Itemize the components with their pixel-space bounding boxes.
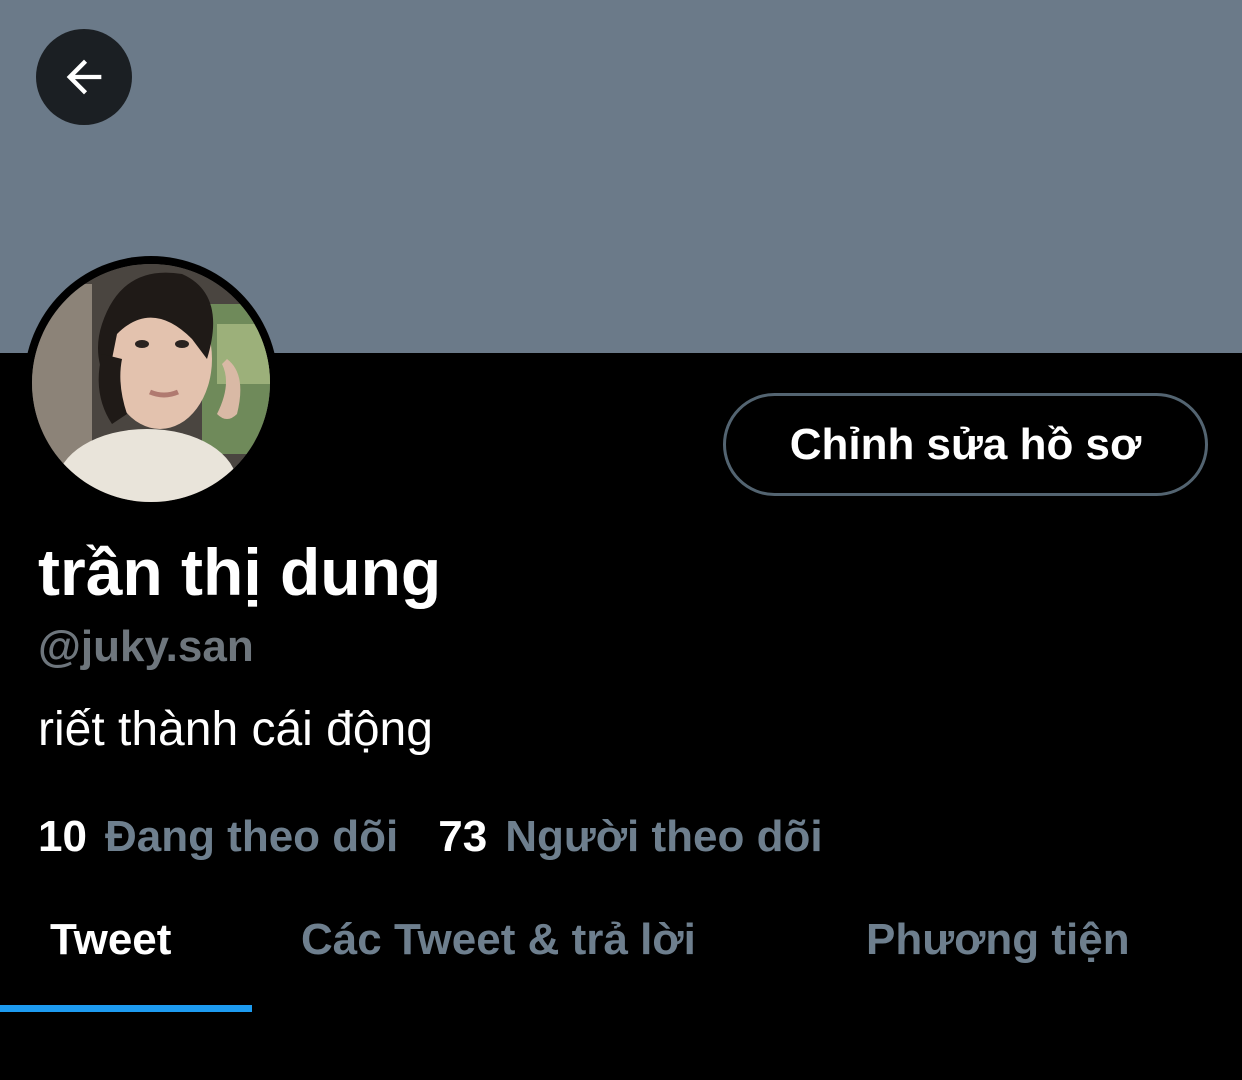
- arrow-left-icon: [66, 59, 102, 95]
- avatar-photo: [32, 264, 270, 502]
- username-handle: @juky.san: [38, 622, 254, 671]
- profile-bio: riết thành cái động: [38, 703, 433, 756]
- display-name: trần thị dung: [38, 535, 442, 609]
- following-link[interactable]: 10 Đang theo dõi: [38, 812, 398, 862]
- avatar[interactable]: [24, 256, 278, 510]
- active-tab-indicator: [0, 1005, 252, 1012]
- follow-stats: 10 Đang theo dõi 73 Người theo dõi: [38, 812, 823, 862]
- followers-link[interactable]: 73 Người theo dõi: [438, 812, 822, 862]
- following-label: Đang theo dõi: [104, 812, 399, 861]
- tab-media[interactable]: Phương tiện: [866, 915, 1130, 965]
- followers-label: Người theo dõi: [505, 812, 823, 861]
- edit-profile-button[interactable]: Chỉnh sửa hồ sơ: [723, 393, 1208, 496]
- followers-count: 73: [438, 812, 488, 861]
- back-button[interactable]: [36, 29, 132, 125]
- following-count: 10: [38, 812, 87, 861]
- tab-tweets[interactable]: Tweet: [50, 915, 171, 965]
- profile-page: Chỉnh sửa hồ sơ trần thị dung @juky.san …: [0, 0, 1242, 1080]
- profile-tabs: Tweet Các Tweet & trả lời Phương tiện: [0, 895, 1242, 1015]
- tab-tweets-and-replies[interactable]: Các Tweet & trả lời: [301, 915, 696, 965]
